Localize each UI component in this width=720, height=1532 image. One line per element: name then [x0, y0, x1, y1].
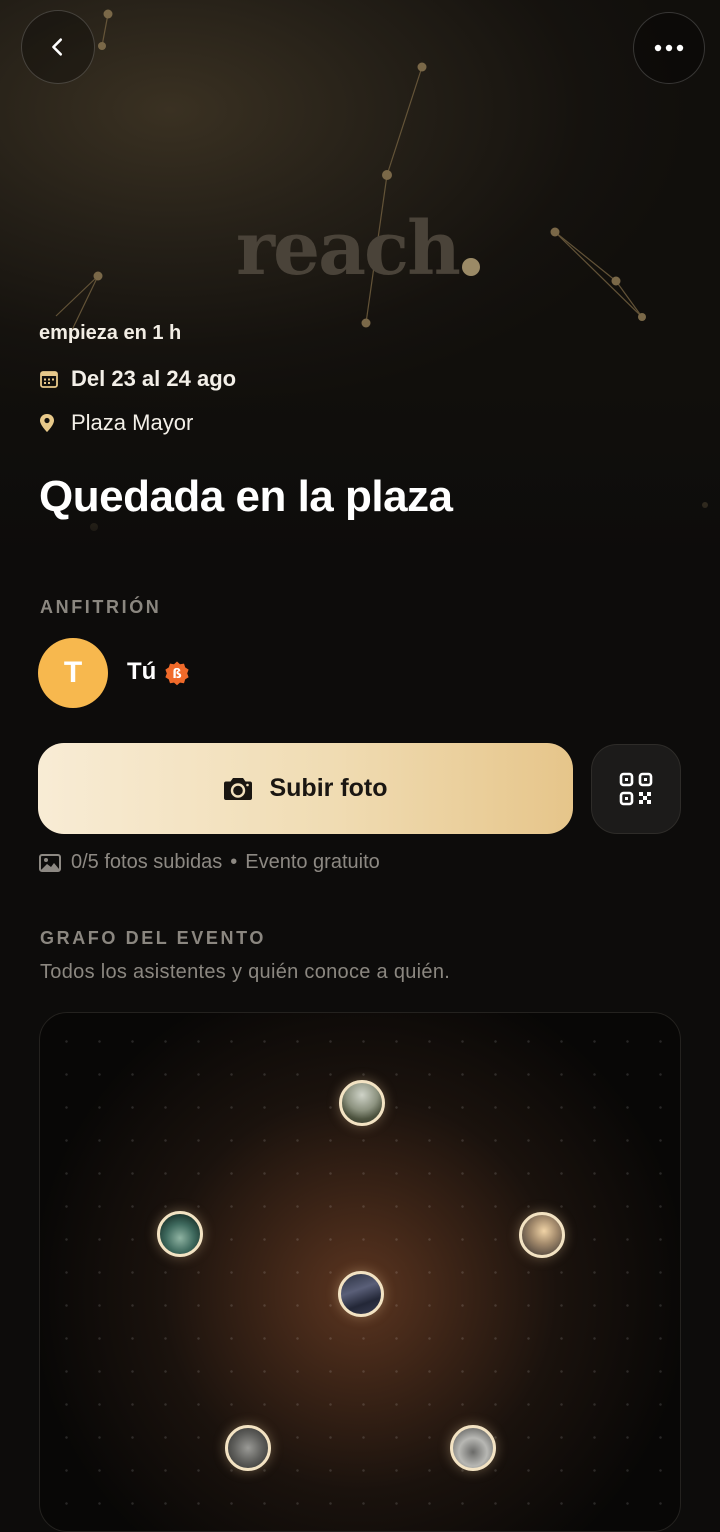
- photos-uploaded-count: 0/5 fotos subidas: [71, 851, 223, 873]
- chevron-left-icon: [52, 38, 63, 56]
- upload-photo-button[interactable]: Subir foto: [38, 743, 573, 834]
- event-starts-in: empieza en 1 h: [39, 322, 182, 344]
- attendee-node[interactable]: [338, 1271, 384, 1317]
- qr-code-button[interactable]: [591, 744, 681, 834]
- attendee-node[interactable]: [339, 1080, 385, 1126]
- more-options-button[interactable]: [633, 12, 705, 84]
- svg-text:ß: ß: [172, 667, 181, 682]
- location-pin-icon: [39, 413, 61, 433]
- event-graph[interactable]: [39, 1012, 681, 1532]
- attendee-node[interactable]: [519, 1212, 565, 1258]
- graph-subtitle: Todos los asistentes y quién conoce a qu…: [40, 961, 451, 983]
- event-location-text: Plaza Mayor: [71, 410, 194, 435]
- more-horizontal-icon: [654, 44, 684, 52]
- event-date: Del 23 al 24 ago: [39, 366, 236, 392]
- photos-info: 0/5 fotos subidas • Evento gratuito: [39, 851, 380, 874]
- camera-icon: [223, 776, 253, 802]
- qr-code-icon: [619, 772, 653, 806]
- image-icon: [39, 853, 61, 872]
- event-title: Quedada en la plaza: [39, 472, 453, 521]
- attendee-node[interactable]: [157, 1211, 203, 1257]
- attendee-node[interactable]: [450, 1425, 496, 1471]
- brand-watermark: reach: [236, 206, 461, 292]
- host-name[interactable]: Tú: [127, 658, 156, 686]
- event-price: Evento gratuito: [245, 851, 380, 873]
- host-section-label: ANFITRIÓN: [40, 597, 162, 617]
- event-location: Plaza Mayor: [39, 410, 193, 436]
- brand-dot: [462, 258, 480, 276]
- upload-photo-label: Subir foto: [269, 774, 388, 802]
- host-avatar[interactable]: T: [38, 638, 108, 708]
- graph-section-label: GRAFO DEL EVENTO: [40, 928, 266, 948]
- attendee-node[interactable]: [225, 1425, 271, 1471]
- calendar-icon: [39, 369, 61, 389]
- back-button[interactable]: [21, 10, 95, 84]
- event-date-text: Del 23 al 24 ago: [71, 366, 237, 391]
- verified-badge-icon: ß: [164, 660, 190, 691]
- info-separator: •: [230, 851, 238, 873]
